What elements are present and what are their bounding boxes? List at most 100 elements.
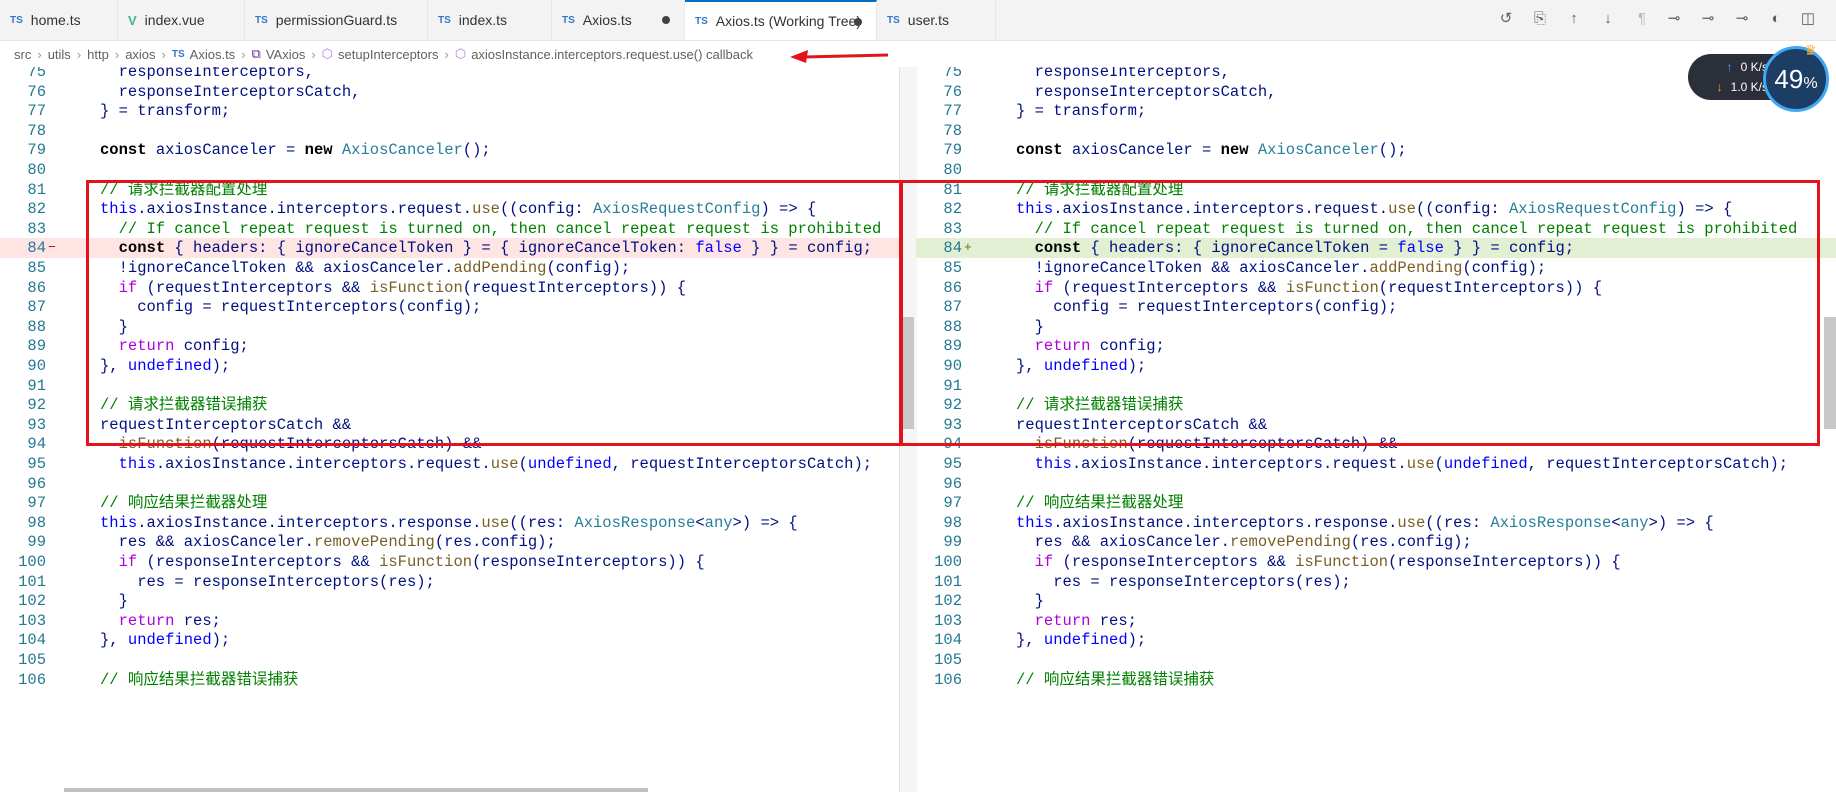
code-line[interactable]: 84− const { headers: { ignoreCancelToken… bbox=[0, 238, 899, 259]
code-line[interactable]: 79 const axiosCanceler = new AxiosCancele… bbox=[0, 140, 899, 160]
code-line[interactable]: 101 res = responseInterceptors(res); bbox=[916, 572, 1836, 592]
code-line[interactable]: 75 responseInterceptors, bbox=[0, 67, 899, 82]
breadcrumb-item-vaxios[interactable]: ⧉ VAxios bbox=[252, 46, 306, 62]
code-line[interactable]: 102 } bbox=[916, 591, 1836, 611]
code-line[interactable]: 92 // 请求拦截器错误捕获 bbox=[916, 395, 1836, 415]
horizontal-scrollbar[interactable] bbox=[64, 788, 648, 792]
code-line[interactable]: 103 return res; bbox=[916, 611, 1836, 631]
git-commit-icon[interactable]: ⊸ bbox=[1665, 10, 1683, 28]
breadcrumb-item-axios-ts[interactable]: TS Axios.ts bbox=[172, 47, 235, 62]
code-line[interactable]: 96 bbox=[916, 474, 1836, 494]
code-line[interactable]: 85 !ignoreCancelToken && axiosCanceler.a… bbox=[0, 258, 899, 278]
code-line[interactable]: 101 res = responseInterceptors(res); bbox=[0, 572, 899, 592]
scrollbar-thumb[interactable] bbox=[900, 317, 914, 429]
diff-split-divider[interactable] bbox=[899, 67, 917, 792]
line-number: 83 bbox=[943, 219, 962, 238]
code-text: return config; bbox=[1034, 337, 1165, 356]
code-line[interactable]: 95 this.axiosInstance.interceptors.reque… bbox=[0, 454, 899, 474]
code-line[interactable]: 99 res && axiosCanceler.removePending(re… bbox=[916, 532, 1836, 552]
code-line[interactable]: 93 requestInterceptorsCatch && bbox=[0, 415, 899, 435]
breadcrumb-item-axios[interactable]: axios bbox=[125, 47, 155, 62]
code-line[interactable]: 88 } bbox=[916, 317, 1836, 337]
code-line[interactable]: 105 bbox=[0, 650, 899, 670]
breadcrumb-item-setup-interceptors[interactable]: ⬡ setupInterceptors bbox=[322, 46, 439, 62]
code-line[interactable]: 80 bbox=[0, 160, 899, 180]
code-line[interactable]: 88 } bbox=[0, 317, 899, 337]
code-line[interactable]: 100 if (responseInterceptors && isFuncti… bbox=[916, 552, 1836, 572]
code-line[interactable]: 94 isFunction(requestInterceptorsCatch) … bbox=[0, 434, 899, 454]
code-line[interactable]: 78 bbox=[0, 121, 899, 141]
code-line[interactable]: 85 !ignoreCancelToken && axiosCanceler.a… bbox=[916, 258, 1836, 278]
code-line[interactable]: 79 const axiosCanceler = new AxiosCancele… bbox=[916, 140, 1836, 160]
code-line[interactable]: 95 this.axiosInstance.interceptors.reque… bbox=[916, 454, 1836, 474]
tab-index-ts[interactable]: TS index.ts bbox=[428, 0, 552, 40]
code-line[interactable]: 89 return config; bbox=[916, 336, 1836, 356]
unsaved-dot-icon[interactable] bbox=[854, 18, 862, 26]
code-line[interactable]: 87 config = requestInterceptors(config); bbox=[916, 297, 1836, 317]
code-line[interactable]: 92 // 请求拦截器错误捕获 bbox=[0, 395, 899, 415]
code-line[interactable]: 93 requestInterceptorsCatch && bbox=[916, 415, 1836, 435]
breadcrumb-item-utils[interactable]: utils bbox=[48, 47, 71, 62]
git-commit-icon-3[interactable]: ⊸ bbox=[1733, 10, 1751, 28]
code-line[interactable]: 82 this.axiosInstance.interceptors.reques… bbox=[916, 199, 1836, 219]
code-line[interactable]: 86 if (requestInterceptors && isFunction… bbox=[916, 278, 1836, 298]
code-text: this.axiosInstance.interceptors.request.… bbox=[118, 455, 873, 473]
code-line[interactable]: 78 bbox=[916, 121, 1836, 141]
open-file-icon[interactable]: ⎘ bbox=[1531, 10, 1549, 28]
line-number: 78 bbox=[943, 121, 962, 140]
arrow-down-icon[interactable]: ↓ bbox=[1599, 10, 1617, 28]
pilcrow-icon[interactable]: ¶ bbox=[1633, 10, 1651, 28]
code-line[interactable]: 105 bbox=[916, 650, 1836, 670]
unsaved-dot-icon[interactable] bbox=[662, 16, 670, 24]
code-line[interactable]: 83 // If cancel repeat request is turned… bbox=[0, 219, 899, 239]
code-line[interactable]: 96 bbox=[0, 474, 899, 494]
code-line[interactable]: 91 bbox=[916, 376, 1836, 396]
code-line[interactable]: 97 // 响应结果拦截器处理 bbox=[0, 493, 899, 513]
code-line[interactable]: 106 // 响应结果拦截器错误捕获 bbox=[0, 670, 899, 690]
breadcrumb-item-src[interactable]: src bbox=[14, 47, 31, 62]
line-number: 85 bbox=[943, 259, 962, 277]
tab-permission-guard-ts[interactable]: TS permissionGuard.ts bbox=[245, 0, 428, 40]
code-line[interactable]: 86 if (requestInterceptors && isFunction… bbox=[0, 278, 899, 298]
code-line[interactable]: 87 config = requestInterceptors(config); bbox=[0, 297, 899, 317]
code-line[interactable]: 99 res && axiosCanceler.removePending(re… bbox=[0, 532, 899, 552]
diff-left-pane[interactable]: 75 responseInterceptors, 76 responseInter… bbox=[0, 67, 899, 792]
code-line[interactable]: 81 // 请求拦截器配置处理 bbox=[0, 180, 899, 200]
code-line[interactable]: 89 return config; bbox=[0, 336, 899, 356]
compare-icon[interactable]: ◐ bbox=[1767, 10, 1785, 28]
code-line[interactable]: 81 // 请求拦截器配置处理 bbox=[916, 180, 1836, 200]
code-line[interactable]: 106 // 响应结果拦截器错误捕获 bbox=[916, 670, 1836, 690]
code-line[interactable]: 91 bbox=[0, 376, 899, 396]
overview-ruler-thumb[interactable] bbox=[1824, 317, 1836, 429]
code-line[interactable]: 98 this.axiosInstance.interceptors.respon… bbox=[0, 513, 899, 533]
code-line[interactable]: 97 // 响应结果拦截器处理 bbox=[916, 493, 1836, 513]
code-line[interactable]: 103 return res; bbox=[0, 611, 899, 631]
code-line[interactable]: 102 } bbox=[0, 591, 899, 611]
code-line[interactable]: 77} = transform; bbox=[0, 101, 899, 121]
code-line[interactable]: 90}, undefined); bbox=[0, 356, 899, 376]
diff-right-pane[interactable]: 75 responseInterceptors, 76 responseInter… bbox=[916, 67, 1836, 792]
breadcrumb-item-http[interactable]: http bbox=[87, 47, 109, 62]
code-line[interactable]: 84 + const { headers: { ignoreCancelToken… bbox=[916, 238, 1836, 259]
tab-axios-ts[interactable]: TS Axios.ts bbox=[552, 0, 685, 40]
code-line[interactable]: 100 if (responseInterceptors && isFuncti… bbox=[0, 552, 899, 572]
code-line[interactable]: 82 this.axiosInstance.interceptors.reques… bbox=[0, 199, 899, 219]
code-line[interactable]: 104}, undefined); bbox=[916, 630, 1836, 650]
split-editor-icon[interactable]: ◫ bbox=[1799, 10, 1817, 28]
code-line[interactable]: 98 this.axiosInstance.interceptors.respon… bbox=[916, 513, 1836, 533]
code-line[interactable]: 94 isFunction(requestInterceptorsCatch) … bbox=[916, 434, 1836, 454]
code-line[interactable]: 80 bbox=[916, 160, 1836, 180]
history-icon[interactable]: ↺ bbox=[1497, 10, 1515, 28]
git-commit-icon-2[interactable]: ⊸ bbox=[1699, 10, 1717, 28]
code-line[interactable]: 90}, undefined); bbox=[916, 356, 1836, 376]
tab-home-ts[interactable]: TS home.ts bbox=[0, 0, 118, 40]
tab-index-vue[interactable]: V index.vue bbox=[118, 0, 245, 40]
network-speed-widget[interactable]: ↑ 0 K/s ↓ 1.0 K/s 49% ♛ bbox=[1686, 42, 1836, 112]
tab-axios-ts-working-tree[interactable]: TS Axios.ts (Working Tree) bbox=[685, 0, 877, 40]
code-line[interactable]: 104}, undefined); bbox=[0, 630, 899, 650]
arrow-up-icon[interactable]: ↑ bbox=[1565, 10, 1583, 28]
breadcrumb-item-callback[interactable]: ⬡ axiosInstance.interceptors.request.use(… bbox=[455, 46, 753, 62]
code-line[interactable]: 76 responseInterceptorsCatch, bbox=[0, 82, 899, 102]
tab-user-ts[interactable]: TS user.ts bbox=[877, 0, 996, 40]
code-line[interactable]: 83 // If cancel repeat request is turned… bbox=[916, 219, 1836, 239]
